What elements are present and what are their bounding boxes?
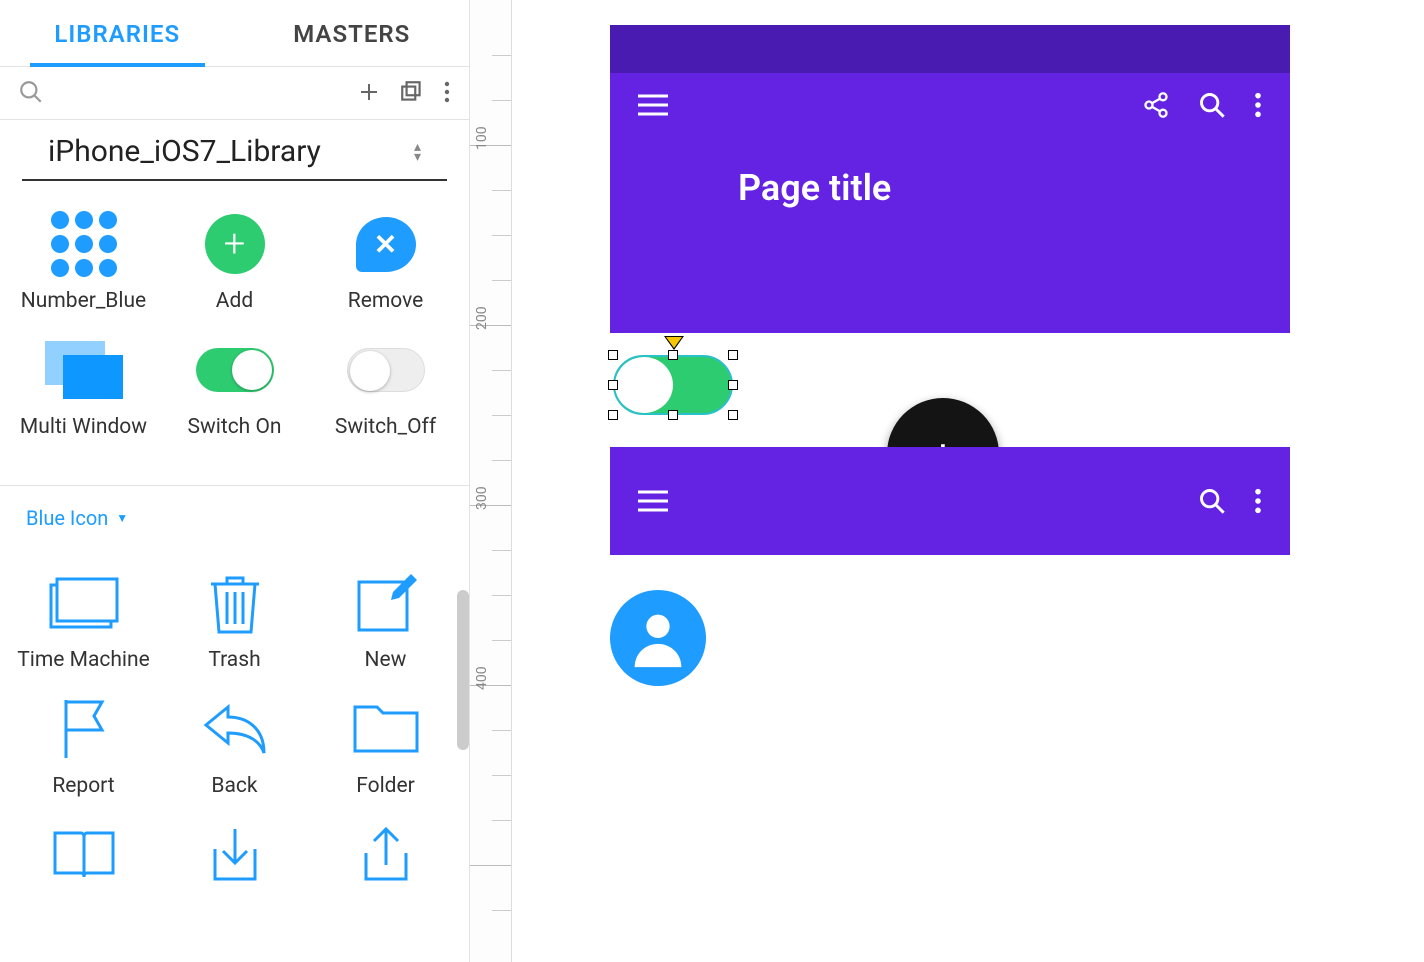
remove-icon: ✕ bbox=[356, 217, 416, 272]
canvas[interactable]: Page title + bbox=[512, 0, 1424, 962]
hamburger-icon bbox=[638, 93, 668, 117]
mock-extended-appbar[interactable]: Page title bbox=[610, 25, 1290, 333]
component-grid-blue-icon: Time Machine Trash New Report bbox=[0, 540, 469, 936]
component-download[interactable] bbox=[159, 814, 310, 906]
component-book[interactable] bbox=[8, 814, 159, 906]
switch-on-icon bbox=[196, 348, 274, 392]
tab-masters[interactable]: MASTERS bbox=[235, 0, 470, 66]
component-label: Multi Window bbox=[20, 415, 147, 439]
person-icon bbox=[623, 603, 693, 673]
scrollbar-thumb[interactable] bbox=[457, 590, 469, 750]
ruler-mark: 400 bbox=[474, 666, 490, 690]
canvas-switch-on[interactable] bbox=[613, 355, 733, 415]
component-folder[interactable]: Folder bbox=[310, 688, 461, 814]
sidebar-tabs: LIBRARIES MASTERS bbox=[0, 0, 469, 67]
resize-handle[interactable] bbox=[668, 410, 678, 420]
library-title: iPhone_iOS7_Library bbox=[48, 134, 414, 169]
trash-icon bbox=[185, 568, 285, 638]
component-label: Switch On bbox=[187, 415, 281, 439]
search-icon bbox=[1198, 487, 1226, 515]
new-icon bbox=[336, 568, 436, 638]
number-blue-icon bbox=[51, 211, 117, 277]
vertical-ruler: 100 200 300 400 bbox=[470, 0, 512, 962]
component-label: Remove bbox=[348, 289, 424, 313]
mock-page-title: Page title bbox=[610, 137, 1290, 209]
ruler-mark: 100 bbox=[474, 126, 490, 150]
component-label: New bbox=[365, 648, 407, 672]
sidebar: LIBRARIES MASTERS iPhone_iOS7_Library ▴▾ bbox=[0, 0, 470, 962]
download-icon bbox=[185, 820, 285, 890]
multi-window-icon bbox=[45, 341, 123, 399]
resize-handle[interactable] bbox=[728, 380, 738, 390]
flag-icon bbox=[34, 694, 134, 764]
component-trash[interactable]: Trash bbox=[159, 562, 310, 688]
resize-handle[interactable] bbox=[728, 410, 738, 420]
component-number-blue[interactable]: Number_Blue bbox=[8, 203, 159, 329]
more-vertical-icon bbox=[1254, 91, 1262, 119]
component-label: Number_Blue bbox=[21, 289, 146, 313]
share-up-icon bbox=[336, 820, 436, 890]
component-report[interactable]: Report bbox=[8, 688, 159, 814]
mock-avatar[interactable] bbox=[610, 590, 706, 686]
component-new[interactable]: New bbox=[310, 562, 461, 688]
tab-libraries[interactable]: LIBRARIES bbox=[0, 0, 235, 66]
anchor-indicator-icon bbox=[664, 336, 684, 350]
component-label: Time Machine bbox=[17, 648, 150, 672]
more-icon[interactable] bbox=[443, 80, 451, 104]
section-label: Blue Icon bbox=[26, 506, 108, 530]
chevron-down-icon: ▼ bbox=[116, 511, 128, 525]
ruler-mark: 200 bbox=[474, 306, 490, 330]
folder-icon bbox=[336, 694, 436, 764]
component-label: Add bbox=[216, 289, 253, 313]
sort-toggle-icon[interactable]: ▴▾ bbox=[414, 142, 421, 162]
component-remove[interactable]: ✕ Remove bbox=[310, 203, 461, 329]
section-header-blue-icon[interactable]: Blue Icon ▼ bbox=[0, 486, 469, 540]
component-label: Folder bbox=[356, 774, 415, 798]
resize-handle[interactable] bbox=[668, 350, 678, 360]
component-share[interactable] bbox=[310, 814, 461, 906]
component-label: Report bbox=[52, 774, 114, 798]
component-time-machine[interactable]: Time Machine bbox=[8, 562, 159, 688]
component-grid-main: Number_Blue + Add ✕ Remove Multi Window … bbox=[0, 181, 469, 485]
mock-appbar bbox=[610, 73, 1290, 137]
add-library-icon[interactable] bbox=[357, 80, 381, 104]
component-label: Switch_Off bbox=[335, 415, 436, 439]
component-label: Back bbox=[211, 774, 257, 798]
library-toolbar bbox=[0, 67, 469, 120]
component-switch-off[interactable]: Switch_Off bbox=[310, 329, 461, 455]
add-circle-icon: + bbox=[205, 214, 265, 274]
time-machine-icon bbox=[34, 568, 134, 638]
selected-element[interactable] bbox=[608, 350, 738, 420]
duplicate-icon[interactable] bbox=[399, 79, 425, 105]
mock-compact-appbar[interactable] bbox=[610, 447, 1290, 555]
mock-statusbar bbox=[610, 25, 1290, 73]
ruler-mark: 300 bbox=[474, 486, 490, 510]
share-icon bbox=[1142, 91, 1170, 119]
resize-handle[interactable] bbox=[728, 350, 738, 360]
component-switch-on[interactable]: Switch On bbox=[159, 329, 310, 455]
hamburger-icon bbox=[638, 489, 668, 513]
component-multi-window[interactable]: Multi Window bbox=[8, 329, 159, 455]
book-icon bbox=[34, 820, 134, 890]
search-icon bbox=[1198, 91, 1226, 119]
component-label: Trash bbox=[208, 648, 260, 672]
component-add[interactable]: + Add bbox=[159, 203, 310, 329]
resize-handle[interactable] bbox=[608, 380, 618, 390]
switch-off-icon bbox=[347, 348, 425, 392]
library-select[interactable]: iPhone_iOS7_Library ▴▾ bbox=[22, 120, 447, 181]
back-arrow-icon bbox=[185, 694, 285, 764]
resize-handle[interactable] bbox=[608, 350, 618, 360]
component-back[interactable]: Back bbox=[159, 688, 310, 814]
resize-handle[interactable] bbox=[608, 410, 618, 420]
search-icon[interactable] bbox=[18, 79, 44, 105]
more-vertical-icon bbox=[1254, 487, 1262, 515]
